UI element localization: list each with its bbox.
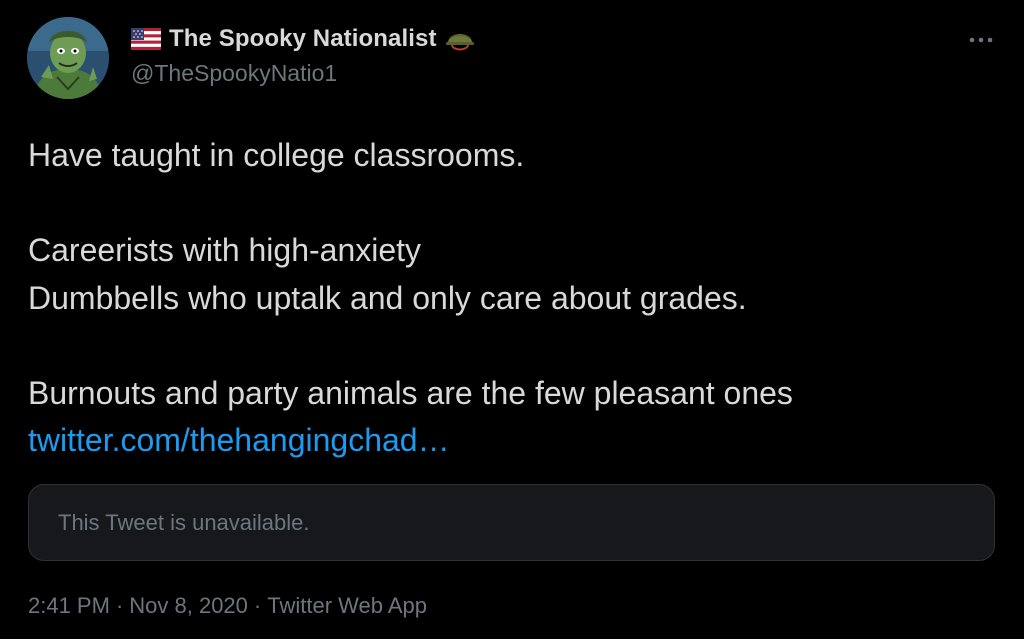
quoted-tweet-card[interactable]: This Tweet is unavailable.	[28, 484, 995, 561]
tweet-link-line: twitter.com/thehangingchad…	[28, 417, 988, 465]
tweet-meta: 2:41 PM · Nov 8, 2020 · Twitter Web App	[28, 593, 427, 619]
tweet-detail: The Spooky Nationalist @TheSpookyNatio1 …	[0, 0, 1024, 639]
ghoul-avatar-icon	[27, 17, 109, 99]
meta-separator: ·	[115, 593, 124, 618]
tweet-source-app[interactable]: Twitter Web App	[267, 593, 427, 619]
tweet-link[interactable]: twitter.com/thehangingchad…	[28, 422, 450, 458]
author-handle[interactable]: @TheSpookyNatio1	[131, 60, 337, 87]
meta-separator: ·	[253, 593, 262, 618]
tweet-date[interactable]: Nov 8, 2020	[129, 593, 248, 619]
author-name-row[interactable]: The Spooky Nationalist	[131, 24, 475, 54]
author-display-name[interactable]: The Spooky Nationalist	[169, 25, 437, 53]
more-options-icon[interactable]	[964, 30, 998, 50]
quoted-tweet-unavailable-text: This Tweet is unavailable.	[58, 510, 310, 535]
us-flag-icon	[131, 28, 161, 50]
tweet-line: Burnouts and party animals are the few p…	[28, 374, 793, 411]
tweet-time[interactable]: 2:41 PM	[28, 593, 110, 619]
tweet-line: Have taught in college classrooms.	[28, 137, 525, 173]
tweet-text: Have taught in college classrooms. Caree…	[28, 132, 988, 465]
army-helmet-icon	[445, 25, 475, 53]
tweet-line: Careerists with high-anxiety	[28, 232, 422, 268]
tweet-line: Dumbbells who uptalk and only care about…	[28, 279, 747, 316]
avatar[interactable]	[27, 17, 109, 99]
